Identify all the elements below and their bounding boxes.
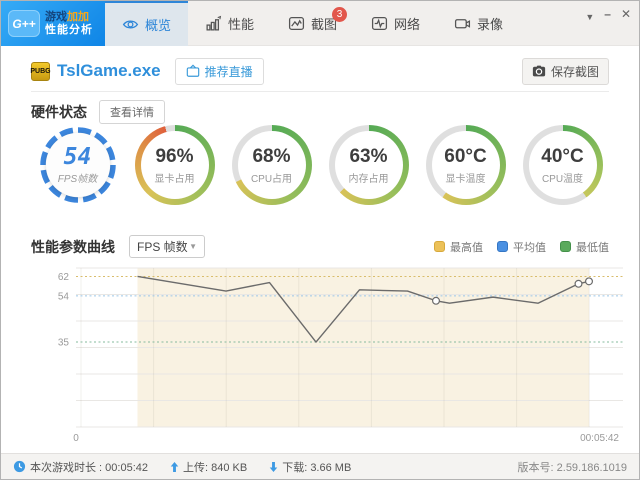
upload-arrow-icon — [170, 461, 179, 473]
gauge-value: 60°C — [444, 145, 487, 167]
pulse-icon — [371, 15, 388, 32]
tab-screenshot[interactable]: 截图 3 — [271, 1, 354, 46]
legend-label: 最高值 — [450, 241, 483, 254]
gauge-cpu-temp: 40°C CPU温度 — [522, 125, 603, 205]
menu-dropdown-icon[interactable]: ▼ — [585, 7, 594, 24]
app-name: 游戏加加 — [45, 10, 89, 23]
svg-text:62: 62 — [58, 272, 70, 283]
download-arrow-icon — [269, 461, 278, 473]
process-name: TslGame.exe — [57, 61, 161, 80]
top-tab-bar: G++ 游戏加加 性能分析 概览 性能 截图 3 网络 录像 ▼ – ✕ — [1, 1, 639, 46]
recommend-live-button[interactable]: 推荐直播 — [174, 57, 264, 85]
clock-icon — [13, 460, 26, 473]
gauge-value: 68% — [252, 145, 291, 167]
average-color-chip — [497, 241, 508, 252]
legend-min[interactable]: 最低值 — [560, 239, 609, 255]
svg-text:54: 54 — [58, 291, 70, 302]
pubg-game-icon: PUBG — [30, 61, 51, 81]
game-title-row: PUBG TslGame.exe 推荐直播 保存截图 — [30, 55, 609, 87]
gauge-label: CPU占用 — [250, 173, 293, 185]
gauge-label: CPU温度 — [541, 173, 584, 185]
gpp-logo-icon: G++ — [8, 10, 40, 37]
gauge-label: 显卡占用 — [154, 173, 195, 185]
tab-recording[interactable]: 录像 — [437, 1, 520, 46]
tab-overview[interactable]: 概览 — [105, 1, 188, 46]
min-color-chip — [560, 241, 571, 252]
metric-dropdown-value: FPS 帧数 — [137, 240, 188, 254]
tab-label: 网络 — [393, 17, 420, 32]
gauge-label: 显卡温度 — [445, 173, 486, 185]
tab-label: 概览 — [144, 18, 171, 33]
chart-legend: 最高值 平均值 最低值 — [434, 239, 609, 255]
tab-label: 性能 — [227, 17, 254, 32]
download-value: 下载: 3.66 MB — [282, 461, 352, 474]
legend-label: 最低值 — [576, 241, 609, 254]
app-subtitle: 性能分析 — [45, 23, 93, 36]
metric-dropdown[interactable]: FPS 帧数 ▼ — [129, 235, 205, 258]
tab-performance[interactable]: 性能 — [188, 1, 271, 46]
divider — [31, 91, 609, 92]
gauge-value: 96% — [155, 145, 194, 167]
gauge-gpu-usage: 96% 显卡占用 — [134, 125, 215, 205]
gauge-label: 内存占用 — [348, 173, 389, 185]
fps-line-chart: 62 54 35 0 00:05:42 — [21, 259, 639, 445]
gauge-label: FPS帧数 — [57, 174, 98, 185]
max-color-chip — [434, 241, 445, 252]
gauge-value: 54 — [63, 144, 92, 170]
live-button-label: 推荐直播 — [204, 64, 253, 79]
screenshot-count-badge: 3 — [332, 7, 347, 22]
session-duration: 本次游戏时长 : 00:05:42 — [30, 461, 148, 474]
performance-curve-title: 性能参数曲线 — [31, 238, 115, 255]
camera-icon — [532, 64, 546, 78]
tab-label: 录像 — [476, 17, 503, 32]
app-logo: G++ 游戏加加 性能分析 — [1, 1, 105, 46]
legend-label: 平均值 — [513, 241, 546, 254]
gauge-row: 54 FPS帧数 96% 显卡占用 68% CPU占用 63% 内存占用 60°… — [29, 125, 611, 205]
minimize-icon[interactable]: – — [604, 7, 611, 24]
bar-chart-icon — [205, 15, 222, 32]
window-controls: ▼ – ✕ — [585, 7, 631, 24]
svg-text:35: 35 — [58, 338, 70, 349]
video-camera-icon — [454, 15, 471, 32]
tab-network[interactable]: 网络 — [354, 1, 437, 46]
svg-text:0: 0 — [73, 433, 79, 444]
save-button-label: 保存截图 — [550, 64, 599, 79]
upload-value: 上传: 840 KB — [183, 461, 248, 474]
gauge-value: 40°C — [541, 145, 584, 167]
gauge-cpu-usage: 68% CPU占用 — [231, 125, 312, 205]
close-icon[interactable]: ✕ — [621, 7, 631, 24]
hardware-status-title: 硬件状态 — [31, 104, 87, 120]
legend-average[interactable]: 平均值 — [497, 239, 546, 255]
tv-icon — [186, 64, 200, 78]
status-bar: 本次游戏时长 : 00:05:42 上传: 840 KB 下载: 3.66 MB… — [1, 453, 639, 479]
gauge-memory-usage: 63% 内存占用 — [328, 125, 409, 205]
gauge-gpu-temp: 60°C 显卡温度 — [425, 125, 506, 205]
svg-text:00:05:42: 00:05:42 — [580, 433, 619, 444]
gauge-value: 63% — [349, 145, 388, 167]
chevron-down-icon: ▼ — [189, 242, 197, 251]
gauge-fps: 54 FPS帧数 — [38, 125, 118, 205]
gamepp-window: G++ 游戏加加 性能分析 概览 性能 截图 3 网络 录像 ▼ – ✕ PUB… — [0, 0, 640, 480]
save-screenshot-button[interactable]: 保存截图 — [521, 57, 609, 85]
picture-icon — [288, 15, 305, 32]
view-details-button[interactable]: 查看详情 — [99, 100, 165, 124]
eye-icon — [122, 16, 139, 33]
version-number: 版本号: 2.59.186.1019 — [517, 461, 627, 474]
legend-max[interactable]: 最高值 — [434, 239, 483, 255]
